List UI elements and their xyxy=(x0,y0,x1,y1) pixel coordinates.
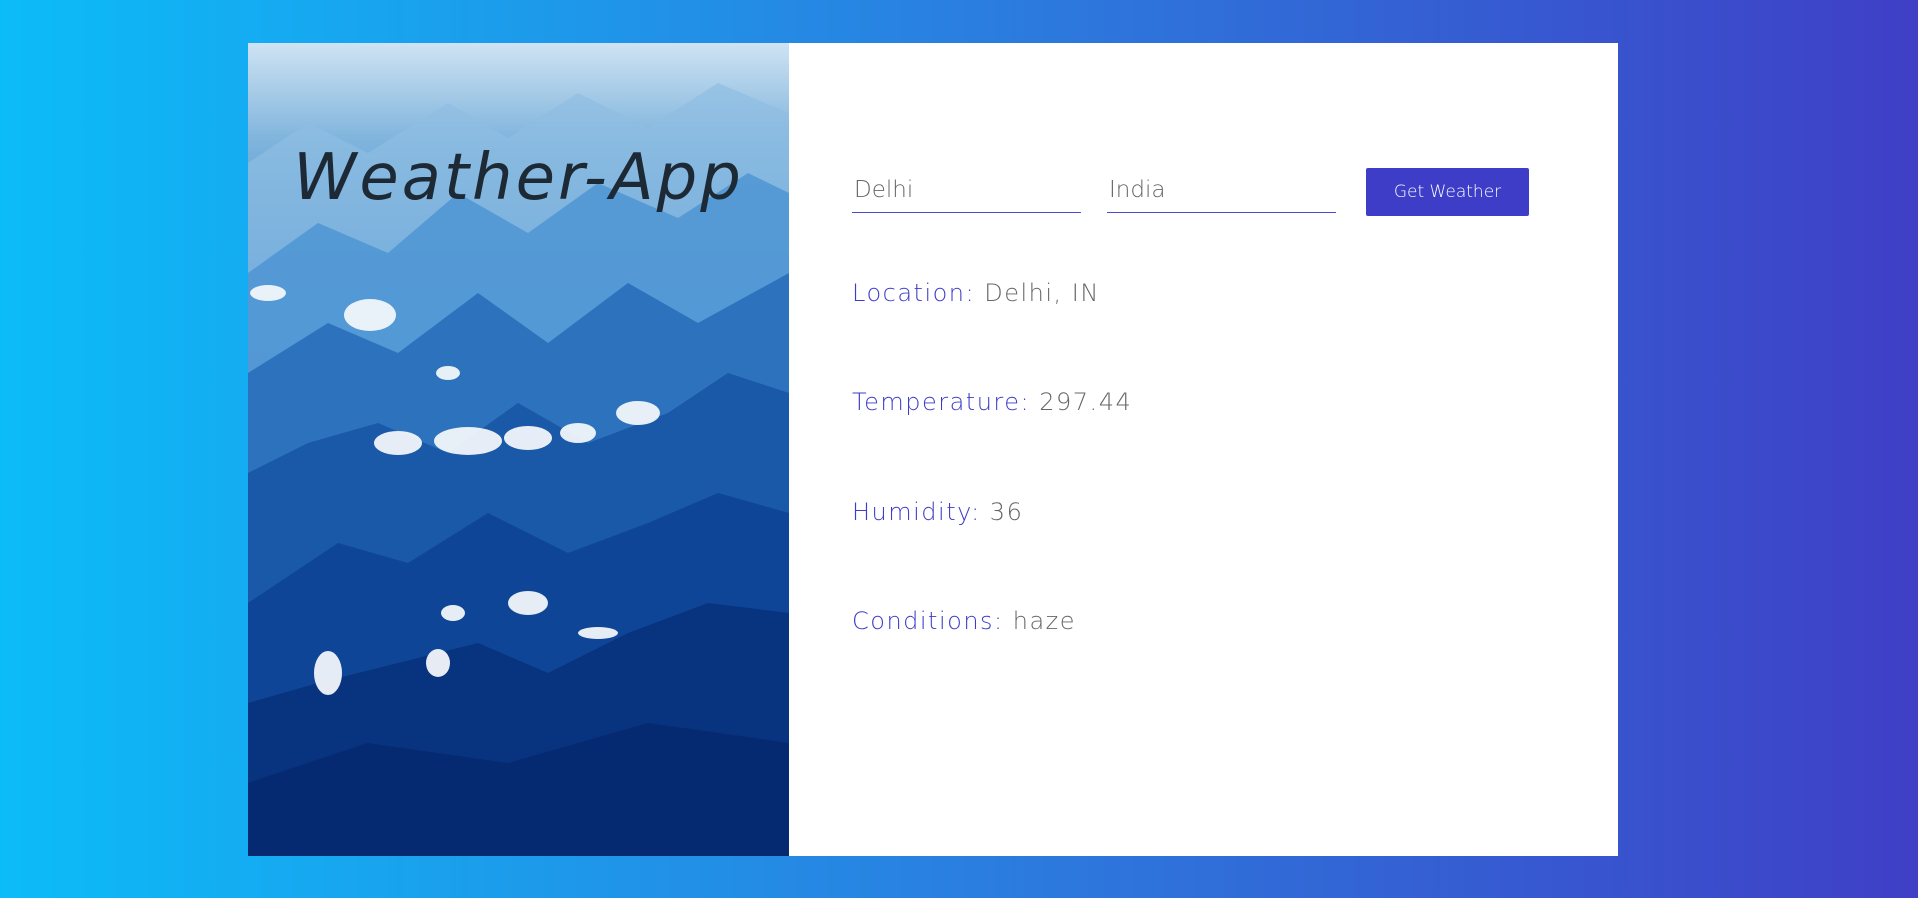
humidity-value: 36 xyxy=(989,498,1024,526)
humidity-row: Humidity: 36 xyxy=(852,498,1023,526)
temperature-value: 297.44 xyxy=(1039,388,1133,416)
conditions-value: haze xyxy=(1012,607,1077,635)
temperature-label: Temperature: xyxy=(852,388,1040,416)
get-weather-button[interactable]: Get Weather xyxy=(1366,168,1529,216)
location-row: Location: Delhi, IN xyxy=(852,279,1100,307)
temperature-row: Temperature: 297.44 xyxy=(852,388,1132,416)
app-title: Weather-App xyxy=(293,141,744,215)
conditions-label: Conditions: xyxy=(852,607,1013,635)
humidity-label: Humidity: xyxy=(852,498,990,526)
weather-card: Weather-App Get Weather Location: Delhi,… xyxy=(248,43,1618,856)
country-input[interactable] xyxy=(1107,168,1336,213)
weather-panel: Get Weather Location: Delhi, IN Temperat… xyxy=(789,43,1618,856)
location-value: Delhi, IN xyxy=(984,279,1100,307)
mountain-hero-image: Weather-App xyxy=(248,43,789,856)
location-label: Location: xyxy=(852,279,985,307)
city-input[interactable] xyxy=(852,168,1081,213)
conditions-row: Conditions: haze xyxy=(852,607,1076,635)
